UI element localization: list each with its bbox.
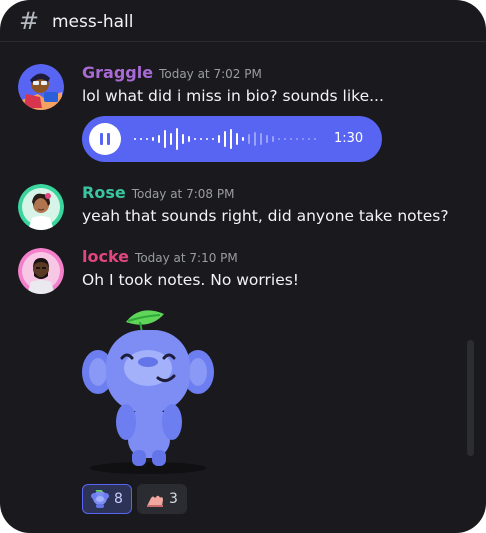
message-timestamp: Today at 7:08 PM <box>131 187 235 201</box>
author-name[interactable]: Graggle Today at 7:02 PM <box>82 64 262 83</box>
author-name[interactable]: Rose Today at 7:08 PM <box>82 184 234 203</box>
scrollbar[interactable] <box>467 340 474 456</box>
waveform[interactable] <box>134 116 324 162</box>
avatar-rose[interactable] <box>18 184 64 230</box>
voice-message: 1:30 <box>82 116 382 162</box>
author-name[interactable]: locke Today at 7:10 PM <box>82 248 238 267</box>
avatar-graggle[interactable] <box>18 64 64 110</box>
reaction-count: 3 <box>169 491 178 507</box>
message-text: yeah that sounds right, did anyone take … <box>82 207 449 225</box>
wumpus-sticker[interactable] <box>80 300 215 480</box>
avatar-locke[interactable] <box>18 248 64 294</box>
message-text: Oh I took notes. No worries! <box>82 271 300 289</box>
message-timestamp: Today at 7:10 PM <box>135 251 238 265</box>
wumpus-emoji-icon <box>91 490 109 508</box>
hand-emoji-icon <box>147 495 163 507</box>
voice-duration: 1:30 <box>334 131 364 146</box>
channel-header: # mess-hall <box>0 0 486 42</box>
reaction-hand[interactable]: 3 <box>137 484 187 514</box>
hash-icon: # <box>19 7 40 35</box>
chat-window: # mess-hall Graggle Today at 7:02 PM lol … <box>0 0 486 533</box>
message-timestamp: Today at 7:02 PM <box>159 67 262 81</box>
message-text: lol what did i miss in bio? sounds like.… <box>82 87 384 105</box>
reaction-count: 8 <box>114 491 123 507</box>
channel-name: mess-hall <box>52 12 134 32</box>
pause-button[interactable] <box>89 123 121 155</box>
reaction-wumpus[interactable]: 8 <box>82 484 132 514</box>
